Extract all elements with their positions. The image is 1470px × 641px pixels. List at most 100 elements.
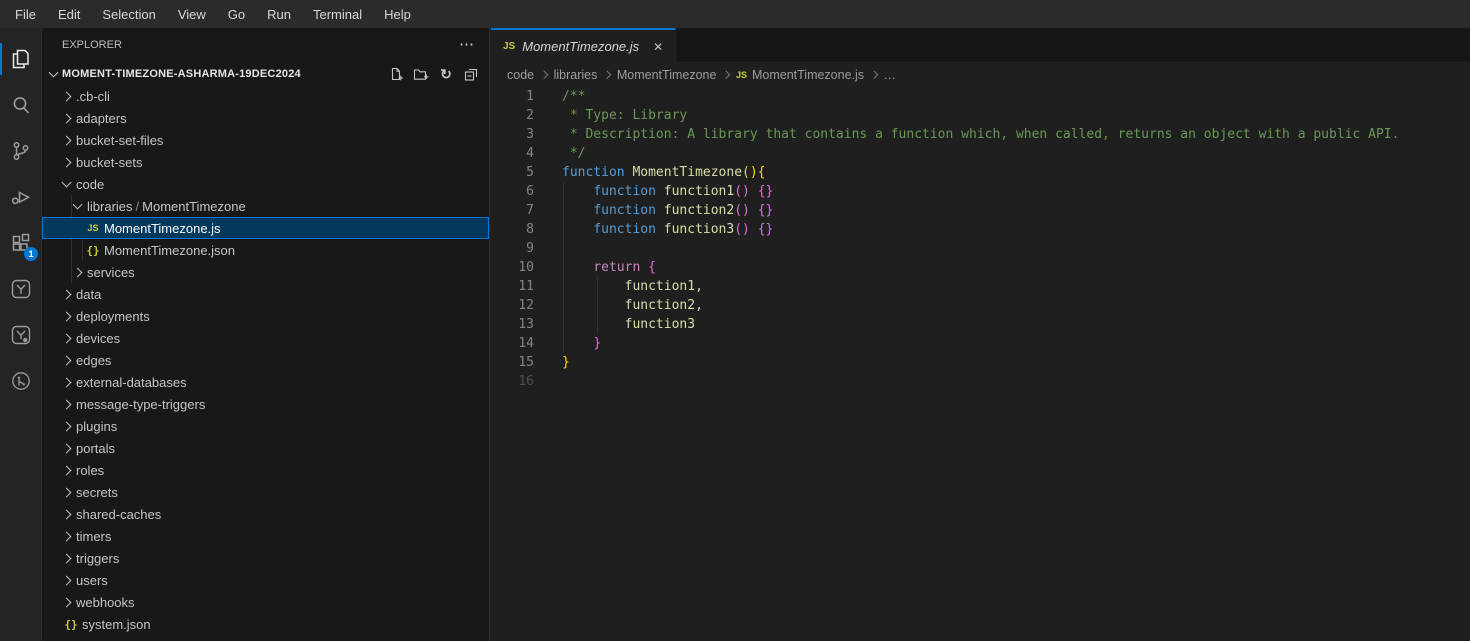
- line-number: 1: [491, 87, 534, 106]
- activitybar-extension-c[interactable]: [0, 358, 41, 404]
- tree-item-message-type-triggers[interactable]: message-type-triggers: [42, 393, 489, 415]
- tab-momenttimezone-js[interactable]: JS MomentTimezone.js ✕: [491, 28, 676, 63]
- tree-item-label: data: [76, 287, 101, 302]
- code-line: 5function MomentTimezone(){: [491, 163, 1470, 182]
- project-root-row[interactable]: MOMENT-TIMEZONE-ASHARMA-19DEC2024 ↻: [42, 62, 489, 85]
- tree-item-plugins[interactable]: plugins: [42, 415, 489, 437]
- json-file-icon: {}: [62, 618, 80, 631]
- chevron-right-icon: [58, 93, 74, 100]
- chevron-right-icon: [603, 71, 611, 79]
- activitybar-source-control[interactable]: [0, 128, 41, 174]
- tree-item-webhooks[interactable]: webhooks: [42, 591, 489, 613]
- line-number: 7: [491, 201, 534, 220]
- close-icon[interactable]: ✕: [653, 40, 663, 54]
- line-number: 3: [491, 125, 534, 144]
- breadcrumb-item[interactable]: MomentTimezone: [617, 68, 717, 82]
- chevron-right-icon: [58, 137, 74, 144]
- breadcrumb-item[interactable]: …: [884, 68, 897, 82]
- menu-terminal[interactable]: Terminal: [302, 0, 373, 28]
- line-number: 13: [491, 315, 534, 334]
- tree-item-timers[interactable]: timers: [42, 525, 489, 547]
- chevron-right-icon: [58, 357, 74, 364]
- code-line-text: function function3() {}: [534, 220, 773, 239]
- menu-file[interactable]: File: [4, 0, 47, 28]
- tree-item-bucket-set-files[interactable]: bucket-set-files: [42, 129, 489, 151]
- activitybar-extension-a[interactable]: [0, 266, 41, 312]
- tree-item-label: devices: [76, 331, 120, 346]
- tree-item-secrets[interactable]: secrets: [42, 481, 489, 503]
- activitybar-search[interactable]: [0, 82, 41, 128]
- breadcrumb-item[interactable]: libraries: [554, 68, 598, 82]
- tree-item-data[interactable]: data: [42, 283, 489, 305]
- chevron-right-icon: [58, 335, 74, 342]
- js-file-icon: JS: [736, 70, 747, 80]
- code-line: 10 return {: [491, 258, 1470, 277]
- tree-item-label: .cb-cli: [76, 89, 110, 104]
- tree-item-services[interactable]: services: [42, 261, 489, 283]
- code-line: 4 */: [491, 144, 1470, 163]
- activitybar-run-and-debug[interactable]: [0, 174, 41, 220]
- tree-item-label: system.json: [82, 617, 151, 632]
- chevron-right-icon: [540, 71, 548, 79]
- code-line-text: }: [534, 334, 601, 353]
- new-folder-icon[interactable]: [413, 66, 429, 82]
- tree-item-roles[interactable]: roles: [42, 459, 489, 481]
- tree-item-deployments[interactable]: deployments: [42, 305, 489, 327]
- tree-item-edges[interactable]: edges: [42, 349, 489, 371]
- tree-item-portals[interactable]: portals: [42, 437, 489, 459]
- code-line-text: function3: [534, 315, 695, 334]
- tree-item-momenttimezone-js[interactable]: JSMomentTimezone.js: [42, 217, 489, 239]
- chevron-right-icon: [722, 71, 730, 79]
- tree-item-adapters[interactable]: adapters: [42, 107, 489, 129]
- git-branch-icon: [9, 139, 33, 163]
- tree-item-devices[interactable]: devices: [42, 327, 489, 349]
- line-number: 11: [491, 277, 534, 296]
- code-line-text: * Type: Library: [534, 106, 687, 125]
- activitybar-explorer[interactable]: [0, 36, 41, 82]
- chevron-right-icon: [58, 511, 74, 518]
- breadcrumb-item[interactable]: JSMomentTimezone.js: [736, 68, 864, 82]
- chevron-right-icon: [58, 599, 74, 606]
- line-number: 9: [491, 239, 534, 258]
- menu-go[interactable]: Go: [217, 0, 256, 28]
- tree-item-label: shared-caches: [76, 507, 161, 522]
- tree-item-libraries-momenttimezone[interactable]: libraries/MomentTimezone: [42, 195, 489, 217]
- menu-view[interactable]: View: [167, 0, 217, 28]
- tree-item-momenttimezone-json[interactable]: {}MomentTimezone.json: [42, 239, 489, 261]
- tree-item-users[interactable]: users: [42, 569, 489, 591]
- tree-item--cb-cli[interactable]: .cb-cli: [42, 85, 489, 107]
- menu-help[interactable]: Help: [373, 0, 422, 28]
- line-number: 16: [491, 372, 534, 391]
- more-actions-icon[interactable]: ⋯: [459, 40, 475, 50]
- code-line-text: [534, 239, 562, 258]
- breadcrumb-item[interactable]: code: [507, 68, 534, 82]
- tree-item-system-json[interactable]: {}system.json: [42, 613, 489, 635]
- tree-item-bucket-sets[interactable]: bucket-sets: [42, 151, 489, 173]
- code-line: 8 function function3() {}: [491, 220, 1470, 239]
- code-area[interactable]: 1/**2 * Type: Library3 * Description: A …: [491, 87, 1470, 641]
- js-file-icon: JS: [503, 41, 515, 52]
- tree-item-external-databases[interactable]: external-databases: [42, 371, 489, 393]
- collapse-all-icon[interactable]: [463, 66, 479, 82]
- sidebar-header: EXPLORER ⋯: [42, 28, 489, 62]
- tree-item-triggers[interactable]: triggers: [42, 547, 489, 569]
- code-line: 12 function2,: [491, 296, 1470, 315]
- chevron-right-icon: [870, 71, 878, 79]
- vscode-window: FileEditSelectionViewGoRunTerminalHelp 1…: [0, 0, 1470, 641]
- code-line-text: [534, 372, 562, 391]
- tree-item-label: plugins: [76, 419, 117, 434]
- tree-item-shared-caches[interactable]: shared-caches: [42, 503, 489, 525]
- menu-edit[interactable]: Edit: [47, 0, 91, 28]
- tree-item-label: MomentTimezone.json: [104, 243, 235, 258]
- circle-branch-icon: [9, 369, 33, 393]
- activitybar-extension-b[interactable]: [0, 312, 41, 358]
- line-number: 10: [491, 258, 534, 277]
- tree-item-code[interactable]: code: [42, 173, 489, 195]
- tree-item-label: webhooks: [76, 595, 135, 610]
- menu-selection[interactable]: Selection: [91, 0, 166, 28]
- new-file-icon[interactable]: [388, 66, 404, 82]
- refresh-icon[interactable]: ↻: [438, 66, 454, 82]
- code-line: 15}: [491, 353, 1470, 372]
- menu-run[interactable]: Run: [256, 0, 302, 28]
- activitybar-extensions[interactable]: 1: [0, 220, 41, 266]
